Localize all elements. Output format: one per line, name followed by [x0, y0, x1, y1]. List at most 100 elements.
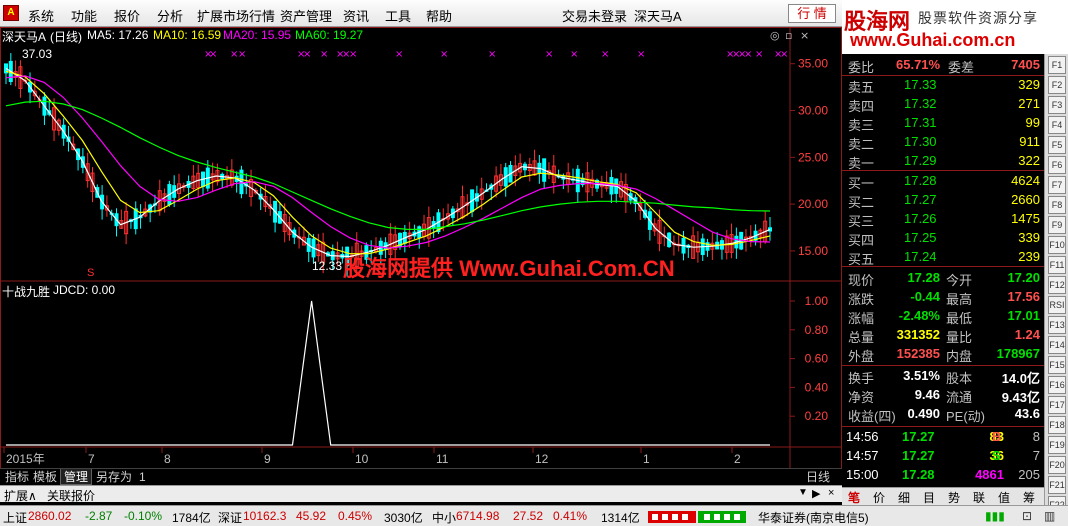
menu-quote[interactable]: 报价 [114, 6, 140, 25]
side-toolbar-button-icon[interactable]: F11 [1048, 256, 1066, 274]
stat-row: 涨跌 -0.44 最高 17.56 [842, 288, 1044, 307]
ask-price: 17.32 [904, 96, 937, 111]
app-logo-icon[interactable]: A [3, 5, 19, 21]
lock-icon[interactable]: ⊡ [1022, 509, 1032, 523]
signal-x-marker: × [209, 49, 217, 60]
bid-row[interactable]: 买四 17.25 339 [842, 229, 1044, 248]
tab-save-as[interactable]: 另存为 [93, 469, 135, 485]
sz-index-label[interactable]: 深证 [218, 509, 242, 526]
bid-label: 买四 [848, 233, 875, 248]
side-toolbar-button-icon[interactable]: F20 [1048, 456, 1066, 474]
side-toolbar-button-icon[interactable]: F15 [1048, 356, 1066, 374]
signal-x-marker: × [570, 49, 578, 60]
y-tick-label: 20.00 [798, 197, 828, 211]
sz-index-amount: 3030亿 [384, 511, 423, 525]
quote-bottom-tab[interactable]: 细 [898, 489, 910, 506]
tab-indicator[interactable]: 指标 [2, 469, 32, 485]
menu-analysis[interactable]: 分析 [157, 6, 183, 25]
ask-volume: 322 [1018, 153, 1040, 168]
side-toolbar-button-icon[interactable]: F19 [1048, 436, 1066, 454]
bid-row[interactable]: 买二 17.27 2660 [842, 191, 1044, 210]
broker-info[interactable]: 华泰证券(南京电信5) [758, 509, 869, 526]
ask-row[interactable]: 卖五 17.33 329 [842, 76, 1044, 95]
ask-row[interactable]: 卖三 17.31 99 [842, 114, 1044, 133]
quote-bottom-tab[interactable]: 笔 [848, 489, 860, 506]
quote-bottom-tab[interactable]: 势 [948, 489, 960, 506]
side-toolbar-button-icon[interactable]: F3 [1048, 96, 1066, 114]
side-toolbar-button-icon[interactable]: RSI [1048, 296, 1066, 314]
side-toolbar-button-icon[interactable]: F13 [1048, 316, 1066, 334]
side-toolbar-button-icon[interactable]: F17 [1048, 396, 1066, 414]
period-daily-button[interactable]: 日线 [803, 469, 833, 485]
trade-login-status[interactable]: 交易未登录 [562, 6, 627, 25]
tab-manage[interactable]: 管理 [60, 469, 93, 485]
quote-bottom-tab[interactable]: 筹 [1023, 489, 1035, 506]
menu-tools[interactable]: 工具 [385, 6, 411, 25]
tab-template[interactable]: 模板 [30, 469, 60, 485]
scroll-down-icon[interactable]: ▼ [798, 487, 808, 498]
side-toolbar-button-icon[interactable]: F8 [1048, 196, 1066, 214]
finance-label: 净资 [848, 390, 875, 405]
menu-help[interactable]: 帮助 [426, 6, 452, 25]
menu-ext-market[interactable]: 扩展市场行情 [197, 6, 275, 25]
tab-page-1[interactable]: 1 [136, 469, 149, 485]
close-panel-icon[interactable]: × [828, 487, 834, 499]
menu-system[interactable]: 系统 [28, 6, 54, 25]
indicator-tabs-bar: 指标 模板 管理 另存为 1 日线 [0, 468, 842, 485]
x-tick-label: 11 [436, 452, 449, 466]
menu-asset[interactable]: 资产管理 [280, 6, 332, 25]
related-quote-link[interactable]: 关联报价 [47, 487, 95, 504]
tick-row[interactable]: 15:00 17.28 4861 205 [842, 466, 1044, 485]
banner-slogan: 股票软件资源分享 [918, 10, 1038, 26]
ask-row[interactable]: 卖二 17.30 911 [842, 133, 1044, 152]
signal-x-marker: × [238, 49, 246, 60]
ma5-label: MA5: 17.26 [87, 28, 149, 42]
side-toolbar-button-icon[interactable]: F9 [1048, 216, 1066, 234]
stat-value: 17.28 [907, 270, 940, 285]
side-toolbar-button-icon[interactable]: F5 [1048, 136, 1066, 154]
side-toolbar-button-icon[interactable]: F12 [1048, 276, 1066, 294]
zx-index-label[interactable]: 中小 [432, 509, 456, 526]
ask-label: 卖二 [848, 137, 875, 152]
banner-ad[interactable]: 股海网 股票软件资源分享 www.Guhai.com.cn [842, 0, 1068, 54]
tick-flag: S [992, 448, 1001, 463]
stat-value-2: 17.20 [1007, 270, 1040, 285]
scroll-right-icon[interactable]: ▶ [812, 487, 820, 500]
quote-bottom-tab[interactable]: 价 [873, 489, 885, 506]
kline-chart[interactable]: 35.00 30.00 25.00 20.00 15.00 1.00 0.80 0.60 0.4… [0, 27, 842, 469]
quote-button[interactable]: 行 情 [788, 4, 836, 23]
side-toolbar-button-icon[interactable]: F4 [1048, 116, 1066, 134]
side-toolbar-button-icon[interactable]: F7 [1048, 176, 1066, 194]
side-toolbar-button-icon[interactable]: F6 [1048, 156, 1066, 174]
sh-index-label[interactable]: 上证 [3, 509, 27, 526]
tick-row[interactable]: 14:57 17.27 36 S 7 [842, 447, 1044, 466]
menu-news[interactable]: 资讯 [343, 6, 369, 25]
side-toolbar-button-icon[interactable]: F1 [1048, 56, 1066, 74]
y-tick-label: 35.00 [798, 57, 828, 71]
quote-bottom-tab[interactable]: 联 [973, 489, 985, 506]
quote-bottom-tab[interactable]: 目 [923, 489, 935, 506]
zx-index-change: 27.52 [513, 509, 544, 523]
finance-label: 换手 [848, 371, 875, 386]
side-toolbar-button-icon[interactable]: F14 [1048, 336, 1066, 354]
bid-label: 买一 [848, 176, 875, 191]
side-toolbar-button-icon[interactable]: F16 [1048, 376, 1066, 394]
side-toolbar-button-icon[interactable]: F10 [1048, 236, 1066, 254]
finance-label-2: 股本 [946, 371, 973, 386]
bid-row[interactable]: 买一 17.28 4624 [842, 172, 1044, 191]
chart-area[interactable]: 35.00 30.00 25.00 20.00 15.00 1.00 0.80 0.60 0.4… [0, 27, 842, 487]
ask-row[interactable]: 卖四 17.32 271 [842, 95, 1044, 114]
ask-row[interactable]: 卖一 17.29 322 [842, 152, 1044, 171]
ask-label: 卖三 [848, 118, 875, 133]
side-toolbar-button-icon[interactable]: F21 [1048, 476, 1066, 494]
extension-toggle[interactable]: 扩展∧ [4, 487, 37, 504]
bid-row[interactable]: 买五 17.24 239 [842, 248, 1044, 267]
menu-function[interactable]: 功能 [71, 6, 97, 25]
stat-label-2: 内盘 [946, 349, 973, 364]
signal-markers: ×× × × ×× × ××× × × × × × × × ×××× × ×× [204, 49, 788, 60]
side-toolbar-button-icon[interactable]: F2 [1048, 76, 1066, 94]
tick-row[interactable]: 14:56 17.27 83 B 8 [842, 428, 1044, 447]
quote-bottom-tab[interactable]: 值 [998, 489, 1010, 506]
side-toolbar-button-icon[interactable]: F18 [1048, 416, 1066, 434]
bid-row[interactable]: 买三 17.26 1475 [842, 210, 1044, 229]
